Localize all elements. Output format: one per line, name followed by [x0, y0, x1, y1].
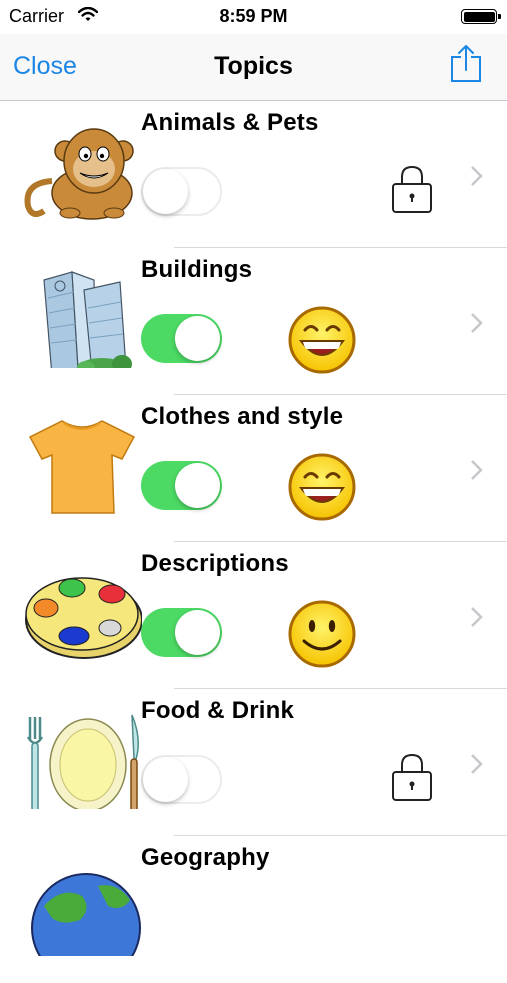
plate-fork-knife-icon [26, 714, 139, 809]
navigation-bar: Close Topics [0, 34, 507, 101]
status-bar: Carrier 8:59 PM [0, 0, 507, 34]
topic-title: Food & Drink [141, 697, 295, 724]
globe-icon [31, 873, 141, 956]
topic-row-food-drink[interactable]: Food & Drink [0, 689, 507, 836]
buildings-icon [43, 271, 132, 368]
chevron-right-icon [471, 166, 483, 186]
topic-toggle[interactable] [141, 461, 222, 510]
smiling-face-icon [288, 600, 356, 668]
laughing-face-icon [288, 453, 356, 521]
topic-row-geography[interactable]: Geography [0, 836, 507, 983]
topic-row-animals[interactable]: Animals & Pets [0, 101, 507, 248]
chevron-right-icon [471, 754, 483, 774]
clock: 8:59 PM [219, 6, 288, 26]
chevron-right-icon [471, 607, 483, 627]
chevron-right-icon [471, 313, 483, 333]
t-shirt-icon [28, 420, 136, 514]
share-icon[interactable] [449, 44, 483, 84]
chevron-right-icon [471, 460, 483, 480]
topic-row-clothes[interactable]: Clothes and style [0, 395, 507, 542]
topic-toggle[interactable] [141, 755, 222, 804]
battery-icon [461, 9, 501, 24]
lock-icon [392, 753, 432, 801]
topic-row-descriptions[interactable]: Descriptions [0, 542, 507, 689]
lock-icon [392, 165, 432, 213]
topic-title: Clothes and style [141, 403, 344, 430]
topic-title: Animals & Pets [141, 109, 319, 136]
topic-title: Buildings [141, 256, 253, 283]
paint-palette-icon [25, 577, 142, 659]
topic-toggle[interactable] [141, 314, 222, 363]
topic-title: Descriptions [141, 550, 289, 577]
page-title: Topics [214, 52, 293, 80]
laughing-face-icon [288, 306, 356, 374]
topic-title: Geography [141, 844, 270, 871]
monkey-icon [24, 128, 134, 220]
topic-toggle[interactable] [141, 608, 222, 657]
topic-row-buildings[interactable]: Buildings [0, 248, 507, 395]
topic-toggle[interactable] [141, 167, 222, 216]
